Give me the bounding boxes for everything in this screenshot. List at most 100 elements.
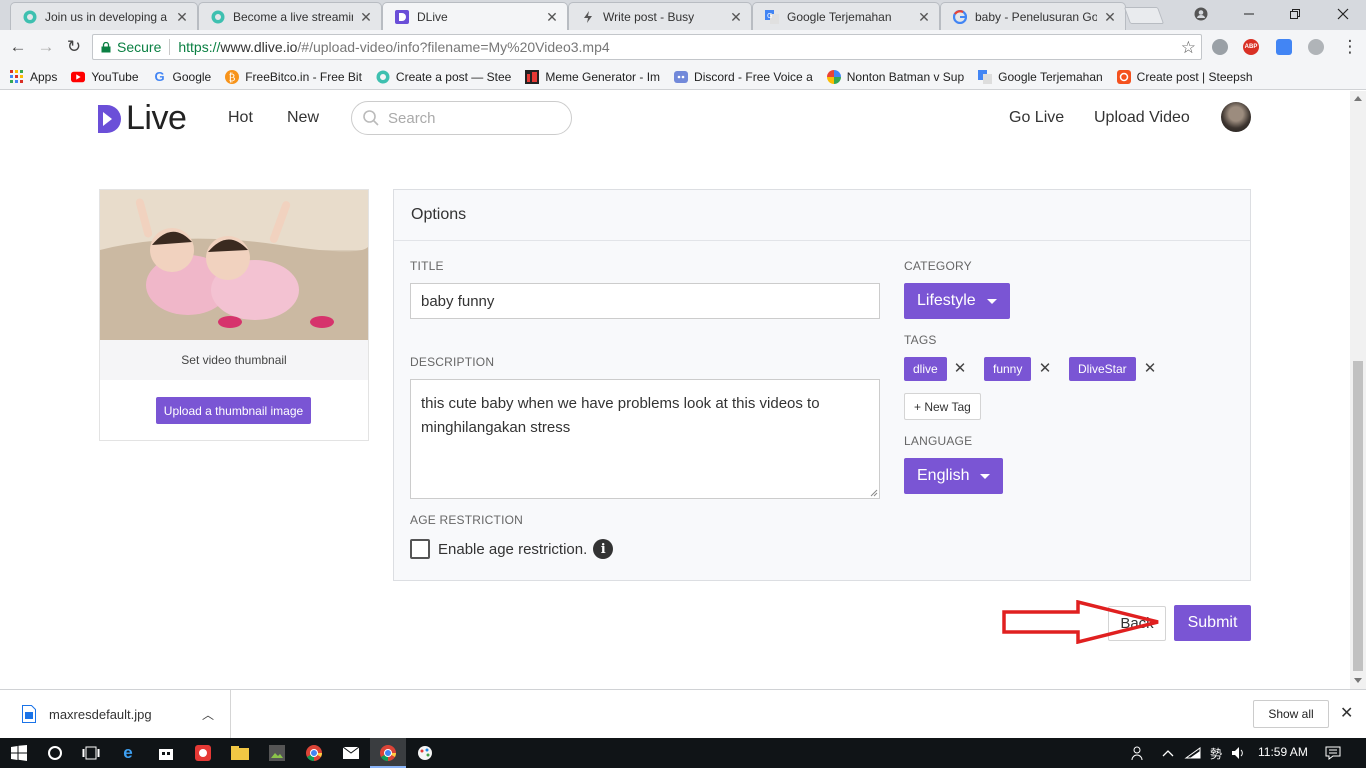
menu-dots-icon[interactable]: ⋮ [1340,37,1360,57]
nav-hot[interactable]: Hot [228,109,253,127]
chrome-icon[interactable] [303,743,325,763]
action-center-icon[interactable] [1322,743,1344,763]
info-icon[interactable]: i [593,539,614,559]
bookmark-discord[interactable]: Discord - Free Voice a [674,70,813,84]
wifi-icon[interactable] [1182,743,1204,763]
bookmark-apps[interactable]: Apps [10,69,58,84]
steepshot-icon [1116,69,1131,84]
close-icon[interactable]: ✕ [1103,10,1117,24]
new-tag-button[interactable]: + New Tag [904,393,981,420]
extension-icon[interactable] [1212,39,1228,55]
remove-tag-icon[interactable]: ✕ [1036,360,1054,378]
remove-tag-icon[interactable]: ✕ [951,360,969,378]
chrome-active-icon[interactable] [377,743,399,763]
remove-tag-icon[interactable]: ✕ [1141,360,1159,378]
photos-app-icon[interactable] [266,743,288,763]
bookmark-google[interactable]: G Google [153,69,212,84]
file-explorer-icon[interactable] [229,743,251,763]
new-tab-button[interactable] [1123,7,1165,24]
scroll-up-icon[interactable] [1354,96,1362,101]
download-item[interactable]: maxresdefault.jpg ︿ [0,690,231,738]
browser-tab[interactable]: Write post - Busy ✕ [568,2,752,30]
submit-button[interactable]: Submit [1174,605,1251,641]
url-scheme: https:// [178,39,221,55]
bookmark-google-translate[interactable]: Google Terjemahan [978,69,1103,84]
task-view-icon[interactable] [80,743,102,763]
bookmark-nonton[interactable]: Nonton Batman v Sup [826,69,964,84]
back-arrow-icon[interactable]: ← [8,37,28,57]
browser-tab[interactable]: baby - Penelusuran Goo ✕ [940,2,1126,30]
chevron-up-icon[interactable]: ︿ [202,706,214,723]
window-close-icon[interactable] [1320,0,1366,28]
upload-video-link[interactable]: Upload Video [1094,109,1190,127]
browser-toolbar: ← → ↻ Secure https://www.dlive.io/#/uplo… [0,30,1366,64]
close-icon[interactable]: ✕ [729,10,743,24]
extension-icon[interactable] [1276,39,1292,55]
close-icon[interactable]: ✕ [1340,703,1353,723]
close-icon[interactable]: ✕ [359,10,373,24]
input-language-icon[interactable]: 勢 [1205,743,1227,763]
secure-indicator[interactable]: Secure [93,39,161,55]
go-live-link[interactable]: Go Live [1009,109,1064,127]
bookmark-label: Google [172,69,212,84]
globe-icon[interactable] [1308,39,1324,55]
google-translate-icon: G [765,9,779,24]
restore-icon[interactable] [1272,0,1318,28]
scrollbar-thumb[interactable] [1353,361,1363,671]
clock-time[interactable]: 11:59 AM [1258,745,1308,759]
edge-icon[interactable]: e [117,743,139,763]
cortana-icon[interactable] [44,743,66,763]
nav-new[interactable]: New [287,109,319,127]
browser-tab[interactable]: G Google Terjemahan ✕ [752,2,940,30]
back-button[interactable]: Back [1108,606,1166,641]
avatar[interactable] [1221,102,1251,132]
language-dropdown[interactable]: English [904,458,1004,494]
adblock-icon[interactable]: ABP [1243,39,1259,55]
close-icon[interactable]: ✕ [917,10,931,24]
logo-text: Live [126,99,187,137]
description-textarea[interactable]: this cute baby when we have problems loo… [410,379,880,499]
thumbnail-card: Set video thumbnail Upload a thumbnail i… [99,189,369,441]
thumbnail-caption: Set video thumbnail [100,340,368,380]
show-hidden-icons-chevron-icon[interactable] [1157,743,1179,763]
windows-start-icon[interactable] [8,743,30,763]
bookmark-meme-generator[interactable]: Meme Generator - Im [525,69,660,84]
video-thumbnail-image[interactable] [100,190,368,340]
browser-tab[interactable]: Join us in developing a ✕ [10,2,198,30]
browser-tab-active[interactable]: DLive ✕ [382,2,568,30]
search-input[interactable] [388,109,558,127]
close-icon[interactable]: ✕ [545,10,559,24]
category-dropdown[interactable]: Lifestyle [904,283,1010,319]
age-restriction-checkbox[interactable] [410,539,430,559]
bookmark-youtube[interactable]: YouTube [71,70,139,84]
show-all-button[interactable]: Show all [1253,700,1329,728]
close-icon[interactable]: ✕ [175,10,189,24]
minimize-icon[interactable] [1226,0,1272,28]
title-input[interactable] [410,283,880,319]
browser-tab[interactable]: Become a live streamin ✕ [198,2,382,30]
bookmark-label: Apps [30,69,58,84]
store-icon[interactable] [155,743,177,763]
url-text[interactable]: https://www.dlive.io/#/upload-video/info… [178,39,609,55]
reload-icon[interactable]: ↻ [64,37,84,57]
scroll-down-icon[interactable] [1354,678,1362,683]
bookmark-star-icon[interactable]: ☆ [1181,38,1196,58]
bookmark-steemit[interactable]: Create a post — Stee [376,70,511,84]
people-icon[interactable] [1128,743,1150,763]
url-path: /#/upload-video/info?filename=My%20Video… [297,39,610,55]
forward-arrow-icon[interactable]: → [36,37,56,57]
search-box[interactable] [351,101,572,135]
mail-icon[interactable] [340,743,362,763]
upload-thumbnail-button[interactable]: Upload a thumbnail image [156,397,311,424]
resize-grip-icon[interactable] [870,489,878,497]
page-scrollbar[interactable] [1350,91,1366,689]
media-app-icon[interactable] [192,743,214,763]
bookmark-steepshot[interactable]: Create post | Steepsh [1116,69,1253,84]
dlive-icon [395,9,409,24]
dlive-logo[interactable]: Live [98,99,187,138]
volume-icon[interactable] [1228,743,1250,763]
paint-app-icon[interactable] [414,743,436,763]
profile-icon[interactable] [1178,0,1224,28]
address-bar[interactable]: Secure https://www.dlive.io/#/upload-vid… [92,34,1202,60]
bookmark-freebitcoin[interactable]: ₿ FreeBitco.in - Free Bit [225,69,362,84]
